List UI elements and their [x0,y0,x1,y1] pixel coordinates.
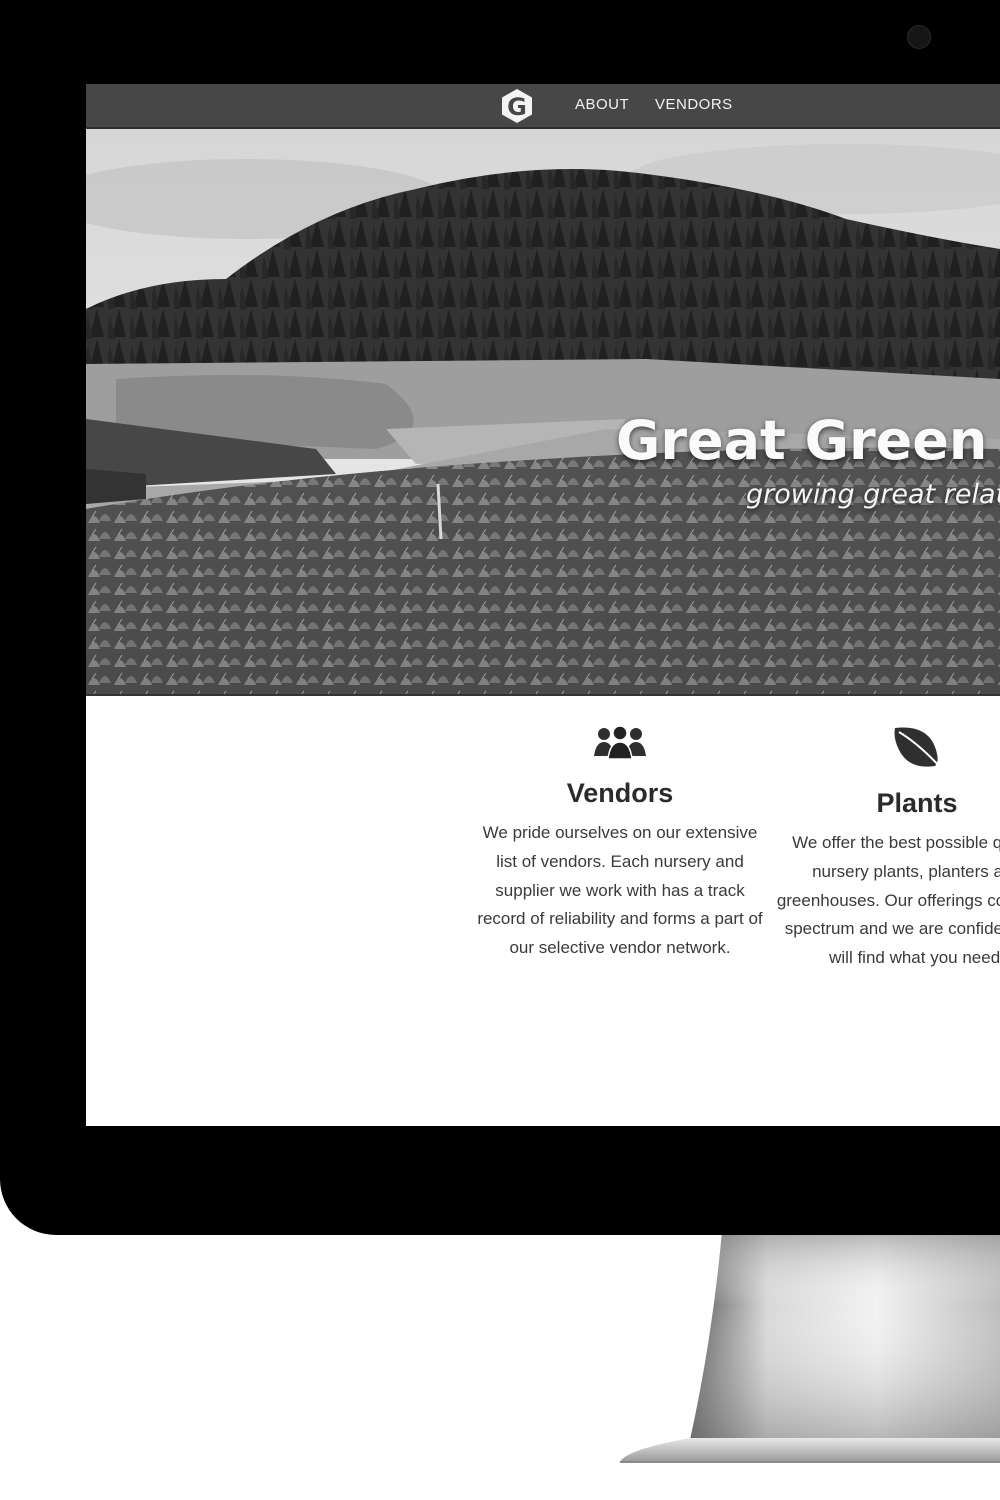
leaf-icon [894,727,942,769]
hero-subtitle: growing great relatio [746,479,1000,510]
feature-title-vendors: Vendors [566,778,674,808]
people-group-icon [594,725,646,760]
feature-body-vendors: We pride ourselves on our extensive list… [477,823,763,958]
feature-vendors: Vendors We pride ourselves on our extens… [475,724,765,963]
logo[interactable]: G [499,88,535,124]
navbar: G ABOUT VENDORS [86,84,1000,129]
nav-link-about[interactable]: ABOUT [575,96,629,113]
webcam [907,25,931,49]
svg-text:G: G [507,93,527,121]
feature-plants: Plants We offer the best possible qualit… [772,724,1000,973]
feature-body-plants: We offer the best possible quality nurse… [776,833,1000,968]
hero-banner: Great Green S growing great relatio [86,129,1000,696]
monitor-screen: G ABOUT VENDORS Great Green growing grea… [86,84,1000,1126]
hero-title: Great Green S [616,409,1000,472]
nav-link-vendors[interactable]: VENDORS [655,96,733,113]
feature-title-plants: Plants [876,788,958,818]
